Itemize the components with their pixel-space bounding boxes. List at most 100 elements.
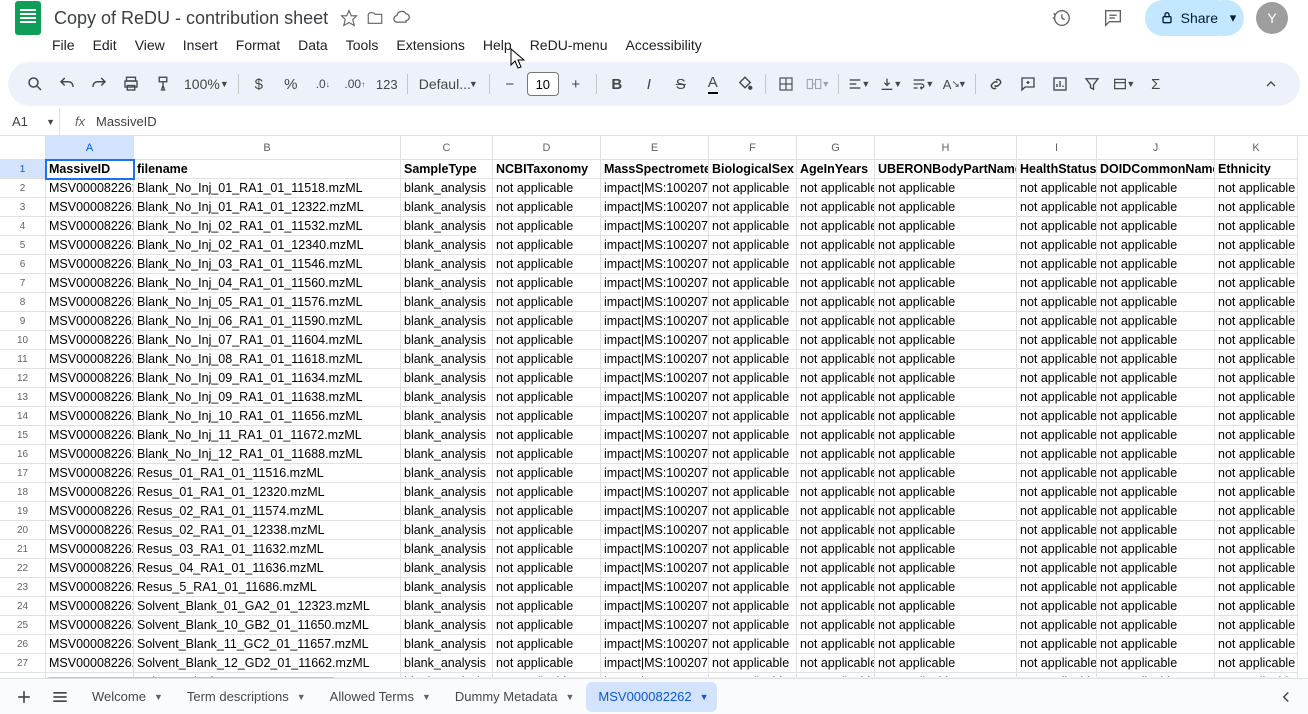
cell-G15[interactable]: not applicable xyxy=(797,426,875,445)
share-dropdown[interactable]: ▾ xyxy=(1222,0,1244,36)
cell-B8[interactable]: Blank_No_Inj_05_RA1_01_11576.mzML xyxy=(134,293,401,312)
cell-C8[interactable]: blank_analysis xyxy=(401,293,493,312)
cell-H26[interactable]: not applicable xyxy=(875,635,1017,654)
cell-I16[interactable]: not applicable xyxy=(1017,445,1097,464)
cell-J10[interactable]: not applicable xyxy=(1097,331,1215,350)
cell-J4[interactable]: not applicable xyxy=(1097,217,1215,236)
cell-G19[interactable]: not applicable xyxy=(797,502,875,521)
font-size-input[interactable] xyxy=(527,72,559,96)
cell-B9[interactable]: Blank_No_Inj_06_RA1_01_11590.mzML xyxy=(134,312,401,331)
cell-B5[interactable]: Blank_No_Inj_02_RA1_01_12340.mzML xyxy=(134,236,401,255)
cell-C14[interactable]: blank_analysis xyxy=(401,407,493,426)
cell-I11[interactable]: not applicable xyxy=(1017,350,1097,369)
cell-G23[interactable]: not applicable xyxy=(797,578,875,597)
zoom-select[interactable]: 100% ▼ xyxy=(180,76,233,92)
cell-J23[interactable]: not applicable xyxy=(1097,578,1215,597)
cell-D15[interactable]: not applicable xyxy=(493,426,601,445)
cell-J25[interactable]: not applicable xyxy=(1097,616,1215,635)
menu-view[interactable]: View xyxy=(127,33,173,57)
cell-E4[interactable]: impact|MS:1002077 xyxy=(601,217,709,236)
cell-E15[interactable]: impact|MS:1002077 xyxy=(601,426,709,445)
cell-G8[interactable]: not applicable xyxy=(797,293,875,312)
row-header-9[interactable]: 9 xyxy=(0,312,46,331)
cell-G12[interactable]: not applicable xyxy=(797,369,875,388)
cell-J9[interactable]: not applicable xyxy=(1097,312,1215,331)
cell-C2[interactable]: blank_analysis xyxy=(401,179,493,198)
cell-E21[interactable]: impact|MS:1002077 xyxy=(601,540,709,559)
cell-K16[interactable]: not applicable xyxy=(1215,445,1298,464)
menu-insert[interactable]: Insert xyxy=(175,33,226,57)
row-header-10[interactable]: 10 xyxy=(0,331,46,350)
functions-icon[interactable]: Σ xyxy=(1141,69,1171,99)
cell-A23[interactable]: MSV000082262 xyxy=(46,578,134,597)
cell-G1[interactable]: AgeInYears xyxy=(797,160,875,179)
menu-accessibility[interactable]: Accessibility xyxy=(618,33,710,57)
cell-H24[interactable]: not applicable xyxy=(875,597,1017,616)
cell-F12[interactable]: not applicable xyxy=(709,369,797,388)
sheets-logo[interactable] xyxy=(8,0,48,38)
cell-D4[interactable]: not applicable xyxy=(493,217,601,236)
cell-B27[interactable]: Solvent_Blank_12_GD2_01_11662.mzML xyxy=(134,654,401,673)
cell-F4[interactable]: not applicable xyxy=(709,217,797,236)
row-header-20[interactable]: 20 xyxy=(0,521,46,540)
cell-D20[interactable]: not applicable xyxy=(493,521,601,540)
format-percent-icon[interactable]: % xyxy=(276,69,306,99)
cell-G20[interactable]: not applicable xyxy=(797,521,875,540)
cell-D8[interactable]: not applicable xyxy=(493,293,601,312)
cell-G27[interactable]: not applicable xyxy=(797,654,875,673)
cell-H25[interactable]: not applicable xyxy=(875,616,1017,635)
cell-A25[interactable]: MSV000082262 xyxy=(46,616,134,635)
cell-A10[interactable]: MSV000082262 xyxy=(46,331,134,350)
row-header-3[interactable]: 3 xyxy=(0,198,46,217)
cell-J8[interactable]: not applicable xyxy=(1097,293,1215,312)
cell-J13[interactable]: not applicable xyxy=(1097,388,1215,407)
cell-A27[interactable]: MSV000082262 xyxy=(46,654,134,673)
cell-J26[interactable]: not applicable xyxy=(1097,635,1215,654)
cell-E22[interactable]: impact|MS:1002077 xyxy=(601,559,709,578)
cell-E5[interactable]: impact|MS:1002077 xyxy=(601,236,709,255)
cell-J11[interactable]: not applicable xyxy=(1097,350,1215,369)
cell-E23[interactable]: impact|MS:1002077 xyxy=(601,578,709,597)
cell-K11[interactable]: not applicable xyxy=(1215,350,1298,369)
cell-K12[interactable]: not applicable xyxy=(1215,369,1298,388)
menu-file[interactable]: File xyxy=(44,33,83,57)
cell-G11[interactable]: not applicable xyxy=(797,350,875,369)
cell-K25[interactable]: not applicable xyxy=(1215,616,1298,635)
cell-H20[interactable]: not applicable xyxy=(875,521,1017,540)
cell-B4[interactable]: Blank_No_Inj_02_RA1_01_11532.mzML xyxy=(134,217,401,236)
row-header-6[interactable]: 6 xyxy=(0,255,46,274)
cell-A13[interactable]: MSV000082262 xyxy=(46,388,134,407)
cell-H27[interactable]: not applicable xyxy=(875,654,1017,673)
cell-B2[interactable]: Blank_No_Inj_01_RA1_01_11518.mzML xyxy=(134,179,401,198)
cell-F9[interactable]: not applicable xyxy=(709,312,797,331)
column-header-K[interactable]: K xyxy=(1215,136,1298,160)
cell-D21[interactable]: not applicable xyxy=(493,540,601,559)
comments-icon[interactable] xyxy=(1093,0,1133,38)
cell-E14[interactable]: impact|MS:1002077 xyxy=(601,407,709,426)
cell-C10[interactable]: blank_analysis xyxy=(401,331,493,350)
bold-icon[interactable]: B xyxy=(602,69,632,99)
table-view-icon[interactable]: ▼ xyxy=(1109,69,1139,99)
cell-C21[interactable]: blank_analysis xyxy=(401,540,493,559)
select-all-corner[interactable] xyxy=(0,136,46,160)
cell-J3[interactable]: not applicable xyxy=(1097,198,1215,217)
cell-F6[interactable]: not applicable xyxy=(709,255,797,274)
column-header-A[interactable]: A xyxy=(46,136,134,160)
cell-I24[interactable]: not applicable xyxy=(1017,597,1097,616)
cell-G14[interactable]: not applicable xyxy=(797,407,875,426)
text-wrap-icon[interactable]: ▼ xyxy=(908,69,938,99)
cell-D1[interactable]: NCBITaxonomy xyxy=(493,160,601,179)
column-header-I[interactable]: I xyxy=(1017,136,1097,160)
cell-E17[interactable]: impact|MS:1002077 xyxy=(601,464,709,483)
cell-I4[interactable]: not applicable xyxy=(1017,217,1097,236)
decrease-font-icon[interactable]: − xyxy=(495,69,525,99)
cell-G24[interactable]: not applicable xyxy=(797,597,875,616)
cell-I2[interactable]: not applicable xyxy=(1017,179,1097,198)
cell-B19[interactable]: Resus_02_RA1_01_11574.mzML xyxy=(134,502,401,521)
cell-B22[interactable]: Resus_04_RA1_01_11636.mzML xyxy=(134,559,401,578)
cell-D19[interactable]: not applicable xyxy=(493,502,601,521)
cell-H2[interactable]: not applicable xyxy=(875,179,1017,198)
cell-K7[interactable]: not applicable xyxy=(1215,274,1298,293)
cell-I17[interactable]: not applicable xyxy=(1017,464,1097,483)
cell-I10[interactable]: not applicable xyxy=(1017,331,1097,350)
